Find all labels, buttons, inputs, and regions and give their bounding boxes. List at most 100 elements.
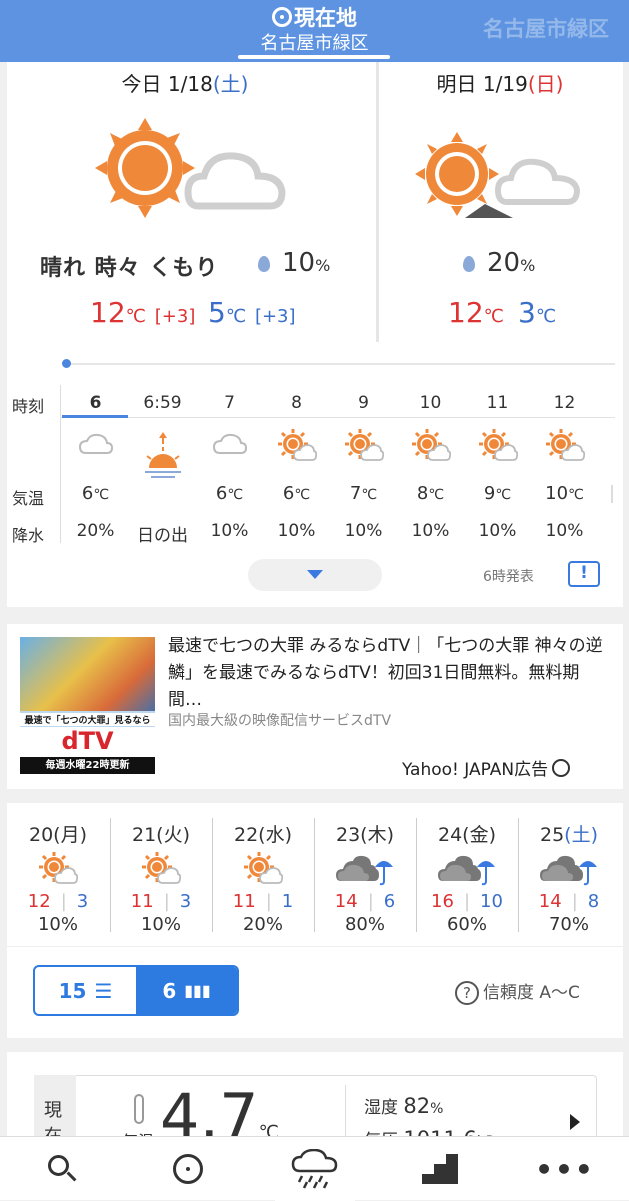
cloud-umbrella-icon bbox=[314, 851, 416, 887]
hour-time: 12 bbox=[553, 393, 576, 413]
ad-title[interactable]: 最速で七つの大罪 みるならdTV｜「七つの大罪 神々の逆鱗」を最速でみるならdT… bbox=[168, 633, 603, 714]
weekly-strip bbox=[7, 946, 623, 947]
weekly-day[interactable]: 21(火) 11 | 3 10% bbox=[110, 820, 212, 935]
chevron-right-icon[interactable] bbox=[570, 1114, 580, 1130]
hourly-scroll-thumb[interactable] bbox=[62, 359, 71, 368]
ad-sponsor-label[interactable]: Yahoo! JAPAN広告 bbox=[402, 755, 571, 780]
hour-precip: 10% bbox=[545, 521, 584, 541]
raindrop-icon bbox=[258, 255, 270, 272]
weekly-separator bbox=[314, 818, 315, 932]
toggle-6-day[interactable]: 6 ▮▮▮ bbox=[136, 967, 237, 1014]
ad-image[interactable]: 最速で「七つの大罪」見るなら dTV 毎週水曜22時更新 bbox=[20, 637, 155, 774]
raindrop-icon bbox=[463, 255, 475, 272]
weekly-temps: 11 | 3 bbox=[130, 891, 192, 912]
weekly-precip: 20% bbox=[242, 914, 283, 935]
sun-cloud-icon bbox=[397, 428, 464, 467]
weekly-date: 22(水) bbox=[233, 824, 292, 846]
location-target-icon bbox=[272, 7, 292, 27]
weekly-precip: 60% bbox=[446, 914, 487, 935]
hour-time: 8 bbox=[291, 393, 302, 413]
hourly-scroll-track[interactable] bbox=[62, 363, 615, 365]
page-indicator bbox=[238, 55, 390, 59]
chevron-down-icon bbox=[307, 570, 323, 579]
today-low: 5℃ [+3] bbox=[208, 296, 296, 329]
cloud-umbrella-icon bbox=[518, 851, 620, 887]
ad-source: 国内最大級の映像配信サービスdTV bbox=[168, 713, 392, 729]
forecast-range-toggle[interactable]: 15 ☰ 6 ▮▮▮ bbox=[33, 965, 239, 1016]
nav-location[interactable] bbox=[158, 1147, 218, 1191]
today-weather-text: 晴れ 時々 くもり bbox=[40, 256, 219, 281]
tomorrow-low: 3℃ bbox=[518, 296, 557, 329]
weekly-day[interactable]: 20(月) 12 | 3 10% bbox=[7, 820, 109, 935]
hour-time: 11 bbox=[486, 393, 509, 413]
weekly-temps: 12 | 3 bbox=[27, 891, 89, 912]
search-icon bbox=[48, 1155, 77, 1183]
ad-image-banner: 毎週水曜22時更新 bbox=[20, 757, 155, 774]
sun-cloud-icon bbox=[330, 428, 397, 467]
nav-weather[interactable] bbox=[275, 1137, 355, 1201]
question-icon: ? bbox=[455, 981, 479, 1005]
weekly-day[interactable]: 22(水) 11 | 1 20% bbox=[212, 820, 314, 935]
hour-temp: 7℃ bbox=[349, 483, 378, 504]
stairs-icon bbox=[422, 1154, 458, 1184]
weekly-separator bbox=[518, 818, 519, 932]
weekly-day[interactable]: 24(金) 16 | 10 60% bbox=[416, 820, 518, 935]
weekly-date: 23(木) bbox=[335, 824, 394, 846]
hour-temp: 10℃ bbox=[545, 483, 584, 504]
hour-temp: 8℃ bbox=[416, 483, 445, 504]
hour-precip: 10% bbox=[344, 521, 383, 541]
weekly-precip: 70% bbox=[548, 914, 589, 935]
weekly-separator bbox=[212, 818, 213, 932]
weekly-precip: 10% bbox=[140, 914, 181, 935]
weekly-temps: 11 | 1 bbox=[232, 891, 294, 912]
hour-precip: 日の出 bbox=[137, 526, 188, 546]
ad-image-caption: 最速で「七つの大罪」見るなら bbox=[20, 713, 155, 726]
hour-precip: 20% bbox=[76, 521, 115, 541]
hour-time: 9 bbox=[358, 393, 369, 413]
nav-more[interactable]: ••• bbox=[535, 1147, 595, 1191]
weekly-date: 21(火) bbox=[131, 824, 190, 846]
weekly-day[interactable]: 23(木) 14 | 6 80% bbox=[314, 820, 416, 935]
feedback-icon[interactable]: ! bbox=[568, 561, 600, 587]
app-header: 現在地 名古屋市緑区 名古屋市緑区 bbox=[0, 0, 629, 62]
nav-ranking[interactable] bbox=[410, 1147, 470, 1191]
weekly-date: 25(土) bbox=[539, 824, 598, 846]
weekly-precip: 10% bbox=[37, 914, 78, 935]
weekly-temps: 16 | 10 bbox=[431, 891, 503, 912]
weekly-date: 20(月) bbox=[28, 824, 87, 846]
today-precip: 10% bbox=[258, 248, 330, 278]
more-icon: ••• bbox=[535, 1152, 595, 1186]
cloud-icon bbox=[62, 432, 129, 461]
weekly-day[interactable]: 25(土) 14 | 8 70% bbox=[518, 820, 620, 935]
row-label-temp: 気温 bbox=[12, 489, 45, 508]
reliability-help[interactable]: ? 信頼度 A〜C bbox=[455, 978, 580, 1005]
current-hour-underline bbox=[62, 415, 128, 418]
weekly-separator bbox=[110, 818, 111, 932]
expand-hourly-button[interactable] bbox=[248, 559, 382, 591]
hour-temp: 9℃ bbox=[483, 483, 512, 504]
nav-search[interactable] bbox=[32, 1147, 92, 1191]
tomorrow-high: 12℃ bbox=[448, 296, 504, 329]
sun-cloud-icon bbox=[212, 851, 314, 887]
hour-time: 10 bbox=[419, 393, 442, 413]
thermometer-icon bbox=[134, 1094, 144, 1124]
current-humidity: 湿度 82% bbox=[364, 1094, 444, 1118]
issued-time: 6時発表 bbox=[483, 569, 534, 585]
weekly-temps: 14 | 6 bbox=[334, 891, 396, 912]
hour-precip: 10% bbox=[478, 521, 517, 541]
toggle-15-day[interactable]: 15 ☰ bbox=[35, 967, 136, 1014]
sun-cloud-icon bbox=[263, 428, 330, 467]
next-location-label[interactable]: 名古屋市緑区 bbox=[483, 13, 609, 43]
cloud-icon bbox=[196, 432, 263, 461]
weekly-separator bbox=[416, 818, 417, 932]
rain-cloud-icon bbox=[291, 1149, 338, 1189]
info-icon bbox=[552, 759, 571, 777]
sun-cloud-icon bbox=[110, 851, 212, 887]
sun-cloud-icon bbox=[95, 118, 286, 218]
hour-time: 6 bbox=[89, 393, 102, 413]
sun-cloud-icon bbox=[464, 428, 531, 467]
hour-precip: 10% bbox=[210, 521, 249, 541]
next-hour-edge bbox=[611, 485, 613, 503]
hour-time: 6:59 bbox=[143, 393, 182, 413]
sun-cloud-icon bbox=[531, 428, 598, 467]
